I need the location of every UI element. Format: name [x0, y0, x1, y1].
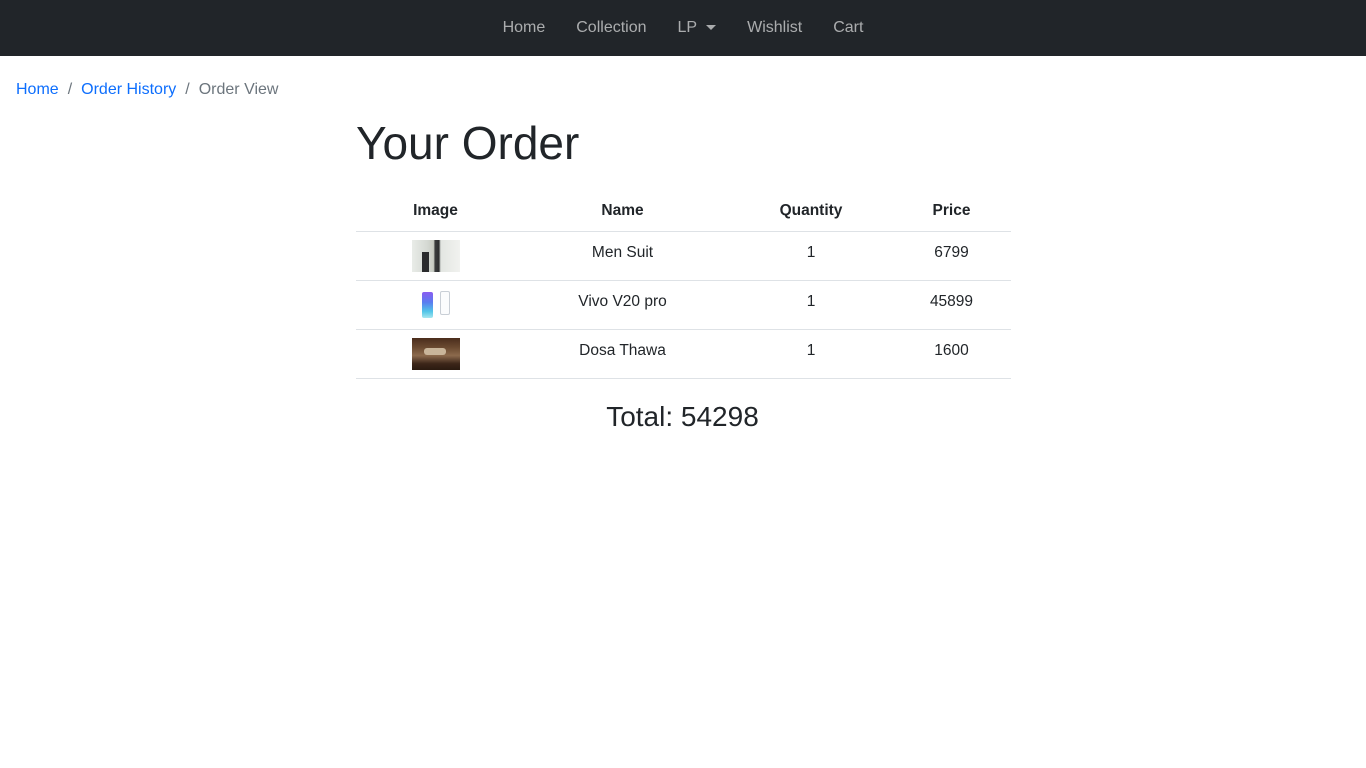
- header-price: Price: [892, 192, 1011, 232]
- cell-price: 6799: [892, 231, 1011, 281]
- header-image: Image: [356, 192, 515, 232]
- cell-name: Men Suit: [515, 231, 730, 281]
- nav-cart[interactable]: Cart: [818, 11, 879, 45]
- cell-image: [356, 329, 515, 379]
- breadcrumb-separator: /: [185, 80, 190, 98]
- nav-lp-dropdown[interactable]: LP: [662, 11, 732, 45]
- page-title: Your Order: [356, 117, 580, 169]
- cell-image: [356, 231, 515, 281]
- cell-quantity: 1: [730, 280, 892, 330]
- breadcrumb-separator: /: [67, 80, 73, 98]
- breadcrumb-order-history[interactable]: Order History: [81, 81, 176, 98]
- cell-image: [356, 280, 515, 330]
- nav-collection[interactable]: Collection: [561, 11, 662, 45]
- table-row: Vivo V20 pro 1 45899: [356, 280, 1011, 330]
- men-suit-thumbnail: [411, 239, 460, 272]
- header-quantity: Quantity: [730, 192, 892, 232]
- nav-menu: Home Collection LP Wishlist Cart: [487, 11, 879, 45]
- table-header-row: Image Name Quantity Price: [356, 192, 1011, 232]
- nav-home[interactable]: Home: [487, 11, 561, 45]
- cell-name: Vivo V20 pro: [515, 280, 730, 330]
- cell-quantity: 1: [730, 231, 892, 281]
- table-row: Men Suit 1 6799: [356, 231, 1011, 281]
- main-content: Your Order Image Name Quantity Price Men…: [356, 116, 1011, 433]
- breadcrumb: Home / Order History / Order View: [0, 56, 1366, 104]
- nav-lp-label: LP: [677, 19, 698, 36]
- header-name: Name: [515, 192, 730, 232]
- table-row: Dosa Thawa 1 1600: [356, 329, 1011, 379]
- order-table: Image Name Quantity Price Men Suit 1 679…: [356, 192, 1011, 379]
- vivo-phone-thumbnail: [411, 288, 460, 321]
- cell-price: 45899: [892, 280, 1011, 330]
- cell-name: Dosa Thawa: [515, 329, 730, 379]
- dosa-thawa-thumbnail: [411, 337, 460, 370]
- breadcrumb-home[interactable]: Home: [16, 81, 59, 98]
- nav-wishlist[interactable]: Wishlist: [732, 11, 818, 45]
- order-total: Total: 54298: [606, 400, 759, 432]
- chevron-down-icon: [706, 24, 717, 30]
- breadcrumb-order-view: Order View: [198, 80, 279, 98]
- navbar: Home Collection LP Wishlist Cart: [0, 0, 1366, 56]
- cell-price: 1600: [892, 329, 1011, 379]
- cell-quantity: 1: [730, 329, 892, 379]
